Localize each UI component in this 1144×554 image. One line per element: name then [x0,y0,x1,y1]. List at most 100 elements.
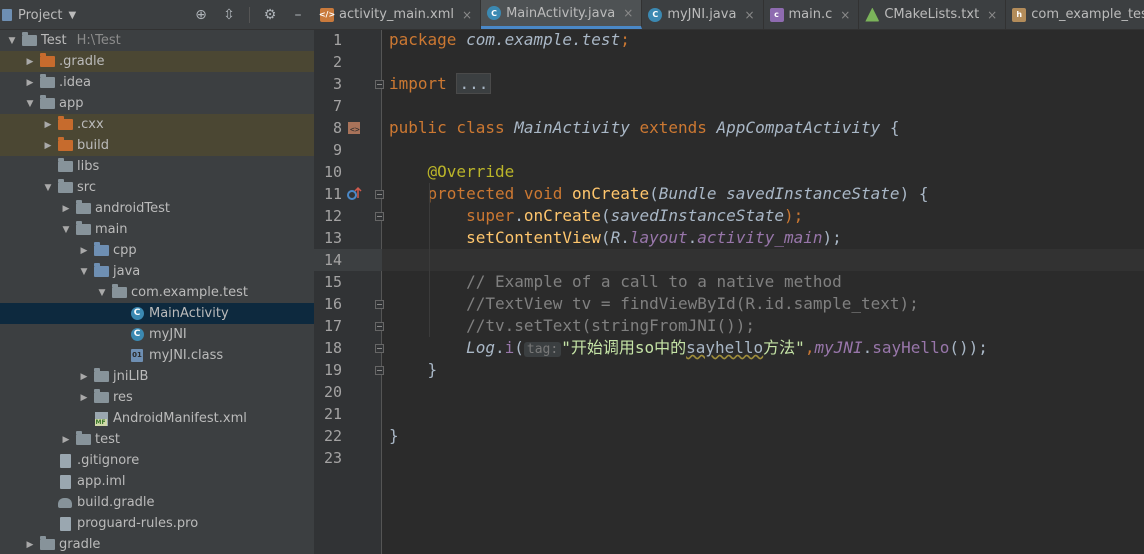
code-editor[interactable]: 1 2 3 7 8 9 10 11 12 13 14 15 16 17 18 19 20 21 22 23 <> pac… [314,30,1144,554]
tree-item[interactable]: ▼ src [0,177,314,198]
tree-item[interactable]: ▶CMainActivity [0,303,314,324]
tree-item[interactable]: ▶ test [0,429,314,450]
code-token: ... [456,73,492,94]
tree-item[interactable]: ▶ cpp [0,240,314,261]
folder-icon [58,179,73,193]
chevron-down-icon[interactable]: ▼ [60,225,72,235]
editor-tab[interactable]: </> activity_main.xml × [314,0,482,29]
code-token: setContentView [466,228,601,247]
chevron-down-icon[interactable]: ▼ [24,99,36,109]
editor-gutter[interactable]: 1 2 3 7 8 9 10 11 12 13 14 15 16 17 18 19 20 21 22 23 <> [314,30,384,554]
tree-item[interactable]: ▶ .idea [0,72,314,93]
indent-guide [429,183,430,337]
tree-item[interactable]: ▼ com.example.test [0,282,314,303]
folder-icon [76,431,91,445]
chevron-right-icon[interactable]: ▶ [24,78,36,88]
code-line[interactable]: super.onCreate(savedInstanceState); [389,205,803,227]
editor-tab[interactable]: CmyJNI.java × [642,0,764,29]
line-number: 15 [323,273,342,291]
code-token: tag: [523,342,562,357]
code-token: import [389,74,457,93]
collapse-icon[interactable]: ⇳ [221,7,237,23]
chevron-down-icon[interactable]: ▼ [78,267,90,277]
gear-icon[interactable]: ⚙ [262,7,278,23]
tree-item[interactable]: ▶ jniLIB [0,366,314,387]
tree-item[interactable]: ▼ java [0,261,314,282]
editor-tab[interactable]: c main.c × [764,0,860,29]
chevron-right-icon[interactable]: ▶ [60,204,72,214]
chevron-right-icon[interactable]: ▶ [24,57,36,67]
chevron-right-icon[interactable]: ▶ [42,120,54,130]
close-icon[interactable]: × [840,8,850,22]
layout-marker-icon[interactable]: <> [346,120,362,136]
editor-tab[interactable]: C MainActivity.java × [481,0,643,29]
chevron-down-icon[interactable]: ▼ [42,183,54,193]
close-icon[interactable]: × [744,8,754,22]
chevron-right-icon[interactable]: ▶ [60,435,72,445]
tree-item[interactable]: ▶AndroidManifest.xml [0,408,314,429]
code-line[interactable]: import ... [389,73,492,95]
tree-item[interactable]: ▶CmyJNI [0,324,314,345]
tree-item[interactable]: ▶ gradle [0,534,314,554]
line-number: 13 [323,229,342,247]
code-line[interactable]: package com.example.test; [389,29,630,51]
folder-icon [76,200,91,214]
close-icon[interactable]: × [623,6,633,20]
chevron-right-icon[interactable]: ▶ [78,393,90,403]
code-line[interactable]: @Override [389,161,515,183]
tree-item[interactable]: ▶app.iml [0,471,314,492]
code-token: i [504,338,515,357]
target-icon[interactable]: ⊕ [193,7,209,23]
code-line[interactable]: protected void onCreate(Bundle savedInst… [389,183,929,205]
chevron-right-icon[interactable]: ▶ [78,246,90,256]
editor-tab[interactable]: CMakeLists.txt × [859,0,1007,29]
excluded-folder-icon [58,116,73,130]
tree-item[interactable]: ▶ androidTest [0,198,314,219]
code-line[interactable]: setContentView(R.layout.activity_main); [389,227,842,249]
tree-item-label: proguard-rules.pro [77,516,199,531]
code-token: protected void [427,184,573,203]
tree-item[interactable]: ▼ main [0,219,314,240]
tree-item[interactable]: ▶ res [0,387,314,408]
code-token: package [389,30,467,49]
code-line[interactable]: } [389,425,399,447]
tree-item[interactable]: ▶ build [0,135,314,156]
override-marker-icon[interactable] [346,186,362,202]
project-view-selector[interactable]: Project ▼ [0,0,76,30]
chevron-right-icon[interactable]: ▶ [24,540,36,550]
tree-item[interactable]: ▶ .gradle [0,51,314,72]
code-line[interactable]: Log.i(tag: "开始调用so中的sayhello方法",myJNI.say… [389,337,988,359]
tree-item[interactable]: ▶proguard-rules.pro [0,513,314,534]
code-line[interactable]: public class MainActivity extends AppCom… [389,117,900,139]
close-icon[interactable]: × [462,8,472,22]
chevron-down-icon[interactable]: ▼ [6,36,18,46]
manifest-file-icon [94,411,108,426]
tree-item-label: .gradle [59,54,105,69]
code-line[interactable]: //TextView tv = findViewById(R.id.sample… [389,293,919,315]
code-line[interactable]: // Example of a call to a native method [389,271,842,293]
tree-item[interactable]: ▶libs [0,156,314,177]
tree-item[interactable]: ▶build.gradle [0,492,314,513]
tree-item[interactable]: ▶ .cxx [0,114,314,135]
chevron-down-icon[interactable]: ▼ [96,288,108,298]
editor-tab[interactable]: hcom_example_test_myJNI.h× [1006,0,1144,29]
tree-item[interactable]: ▼ app [0,93,314,114]
source-folder-icon [94,263,109,277]
chevron-right-icon[interactable]: ▶ [78,372,90,382]
code-token: savedInstanceState [610,206,784,225]
tree-item[interactable]: ▼ Test H:\Test [0,30,314,51]
close-icon[interactable]: × [987,8,997,22]
code-line[interactable]: } [389,359,438,381]
java-class-icon: C [130,307,144,321]
hide-icon[interactable]: – [290,7,306,23]
tree-item[interactable]: ▶01myJNI.class [0,345,314,366]
chevron-right-icon[interactable]: ▶ [42,141,54,151]
tree-item[interactable]: ▶.gitignore [0,450,314,471]
code-token: R [610,228,621,247]
code-line[interactable]: //tv.setText(stringFromJNI()); [389,315,755,337]
code-area[interactable]: package com.example.test; import ... publi… [382,30,1144,554]
tree-item-label: build.gradle [77,495,155,510]
chevron-down-icon: ▼ [68,9,77,21]
